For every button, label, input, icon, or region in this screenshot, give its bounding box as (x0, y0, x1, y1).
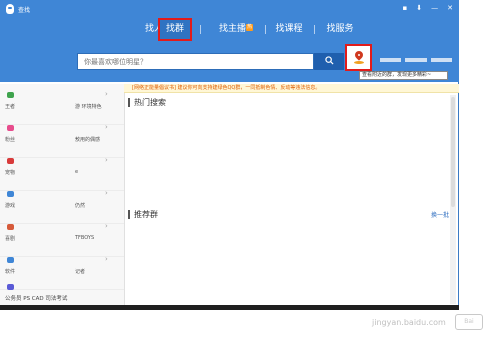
tab-find-streamer[interactable]: 找主播热 (208, 18, 264, 40)
nav-divider (200, 25, 201, 34)
hot-badge: 热 (246, 24, 254, 31)
tab-find-group[interactable]: 找群 (158, 18, 192, 41)
watermark-text: jingyan.baidu.com (372, 318, 446, 327)
category-sub: 仍然 (75, 203, 86, 209)
nav-divider (265, 25, 266, 34)
category-label: 粉丝 (5, 137, 16, 143)
qq-logo-icon (6, 4, 14, 14)
category-sub: TFBOYS (75, 235, 95, 241)
search-box (77, 53, 320, 70)
tab-find-course[interactable]: 找课程 (268, 18, 310, 40)
book-icon (7, 284, 14, 290)
refresh-link[interactable]: 换一批 (431, 210, 449, 219)
category-sub: 记者 (75, 269, 86, 275)
close-icon[interactable]: ✕ (447, 4, 453, 12)
people-icon (7, 257, 14, 263)
scrollbar-thumb[interactable] (451, 97, 455, 207)
notice-banner: [网络正能量倡议书] 建议你可向支持建绿色QQ群，一同抵制色情、反动等违法信息。 (124, 84, 459, 93)
chevron-right-icon: › (105, 222, 108, 230)
vertical-scrollbar[interactable] (450, 95, 456, 304)
nav-tabs: 找人 找群 找主播热 找课程 找服务 (0, 18, 459, 42)
hot-search-section: 热门搜索 (128, 98, 448, 107)
controller-icon (7, 191, 14, 197)
category-sub: e (75, 169, 79, 175)
window-controls: ▪ ⬇ — ✕ (403, 4, 454, 12)
tab-find-service[interactable]: 找服务 (320, 18, 360, 40)
tab-find-streamer-label: 找主播 (218, 24, 246, 34)
chevron-right-icon: › (105, 90, 108, 98)
category-label: 公务员 PS CAD 司法考试 (5, 296, 68, 302)
download-icon[interactable]: ⬇ (416, 4, 422, 12)
hot-search-title: 热门搜索 (128, 98, 448, 107)
category-sub: 敖用的偶感 (75, 137, 101, 143)
chevron-right-icon: › (105, 156, 108, 164)
recommended-title: 推荐群 (128, 210, 448, 219)
category-label: 王者 (5, 104, 16, 110)
search-window: 查找 ▪ ⬇ — ✕ 找人 找群 找主播热 找课程 找服务 你最喜欢哪位明星？ … (0, 0, 459, 307)
window-title: 查找 (18, 6, 31, 14)
chevron-right-icon: › (105, 123, 108, 131)
chevron-right-icon: › (105, 255, 108, 263)
recommended-content (128, 222, 446, 306)
app-title: 查找 (6, 4, 30, 14)
pin-dot (358, 54, 360, 56)
desktop-strip (0, 305, 459, 310)
gamepad-icon (7, 92, 14, 98)
category-label: 软件 (5, 269, 16, 275)
ticket-icon (7, 224, 14, 230)
pin-base (354, 61, 364, 64)
category-label: 宠物 (5, 170, 16, 176)
minimize-icon[interactable]: — (431, 4, 438, 12)
category-sub: 游 环境特色 (75, 104, 102, 110)
hot-search-content (128, 108, 446, 204)
nav-divider (314, 25, 315, 34)
search-icon (324, 56, 334, 65)
search-input[interactable] (78, 54, 320, 69)
nearby-groups-button[interactable] (345, 44, 372, 71)
category-label: 喜剧 (5, 236, 16, 242)
search-button[interactable] (314, 53, 344, 70)
heart-icon (7, 158, 14, 164)
blurred-region (380, 58, 452, 62)
recommended-section: 推荐群 (128, 210, 448, 219)
star-icon (7, 125, 14, 131)
category-sidebar: 王者 游 环境特色 › 粉丝 敖用的偶感 › 宠物 e › 游戏 仍然 › 喜剧… (0, 84, 125, 307)
watermark-badge: Bai (455, 314, 483, 330)
nearby-tooltip: 查看附近的群，发现更多精彩~ (359, 71, 448, 80)
category-item[interactable]: 公务员 PS CAD 司法考试 (0, 282, 124, 307)
category-label: 游戏 (5, 203, 16, 209)
chevron-right-icon: › (105, 189, 108, 197)
skin-icon[interactable]: ▪ (403, 4, 408, 12)
